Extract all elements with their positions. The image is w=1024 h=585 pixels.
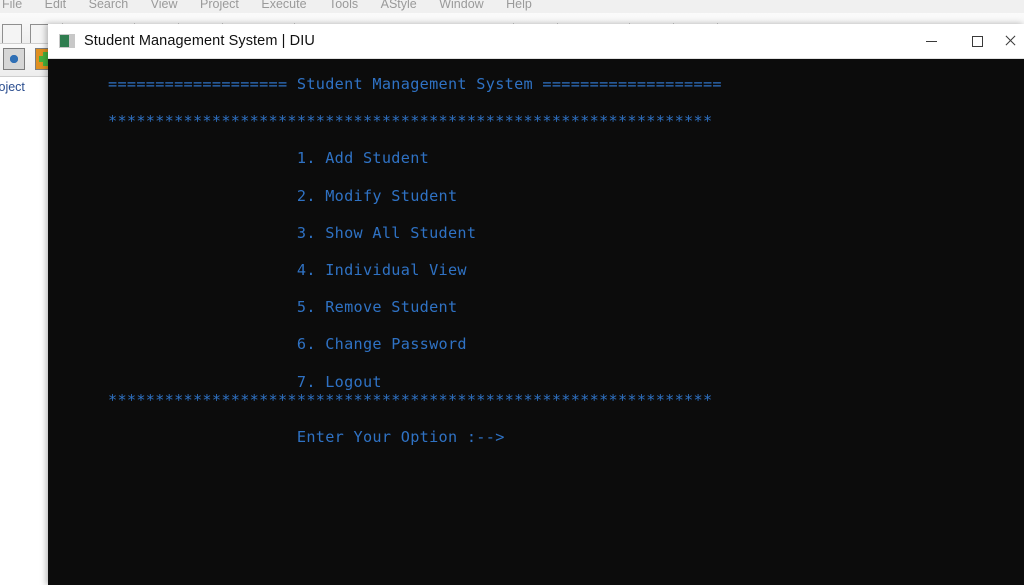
close-icon	[1004, 35, 1016, 47]
panel-tab-project-label: Project	[0, 80, 25, 94]
console-app-icon	[59, 34, 75, 48]
menu-item-tools[interactable]: Tools	[320, 0, 367, 11]
console-prompt: Enter Your Option :-->	[108, 428, 505, 447]
menu-item-file[interactable]: File	[0, 0, 31, 11]
minimize-button[interactable]	[908, 24, 954, 58]
menu-item-astyle[interactable]: AStyle	[372, 0, 426, 11]
console-line: =================== Student Management S…	[108, 75, 722, 93]
menu-item-help[interactable]: Help	[497, 0, 541, 11]
console-line: ****************************************…	[108, 391, 713, 410]
minimize-icon	[925, 40, 937, 42]
menu-item-view[interactable]: View	[142, 0, 187, 11]
toolbar-new-file-icon[interactable]	[2, 24, 22, 43]
console-line: 2. Modify Student	[108, 186, 458, 205]
console-titlebar[interactable]: Student Management System | DIU	[48, 24, 1024, 59]
console-line: 1. Add Student	[108, 149, 430, 168]
ide-menubar[interactable]: File Edit Search View Project Execute To…	[0, 0, 1024, 13]
console-line: ****************************************…	[108, 112, 713, 131]
menu-item-search[interactable]: Search	[80, 0, 138, 11]
console-output[interactable]: =================== Student Management S…	[48, 59, 1024, 585]
console-line: 4. Individual View	[108, 260, 467, 279]
console-title: Student Management System | DIU	[84, 33, 315, 49]
console-window: Student Management System | DIU ========…	[48, 24, 1024, 585]
console-line: 6. Change Password	[108, 335, 467, 354]
maximize-button[interactable]	[954, 24, 1000, 58]
ide-project-panel	[0, 97, 49, 585]
menu-item-edit[interactable]: Edit	[36, 0, 76, 11]
menu-item-project[interactable]: Project	[191, 0, 248, 11]
menu-item-window[interactable]: Window	[430, 0, 492, 11]
console-line: 7. Logout	[108, 372, 382, 391]
screen: File Edit Search View Project Execute To…	[0, 0, 1024, 585]
menu-item-execute[interactable]: Execute	[252, 0, 315, 11]
console-line: 3. Show All Student	[108, 223, 477, 242]
toolbar-project-view-icon[interactable]	[3, 48, 25, 70]
window-controls	[908, 24, 1024, 58]
console-line: 5. Remove Student	[108, 298, 458, 317]
maximize-icon	[971, 35, 983, 47]
close-button[interactable]	[1000, 24, 1024, 58]
